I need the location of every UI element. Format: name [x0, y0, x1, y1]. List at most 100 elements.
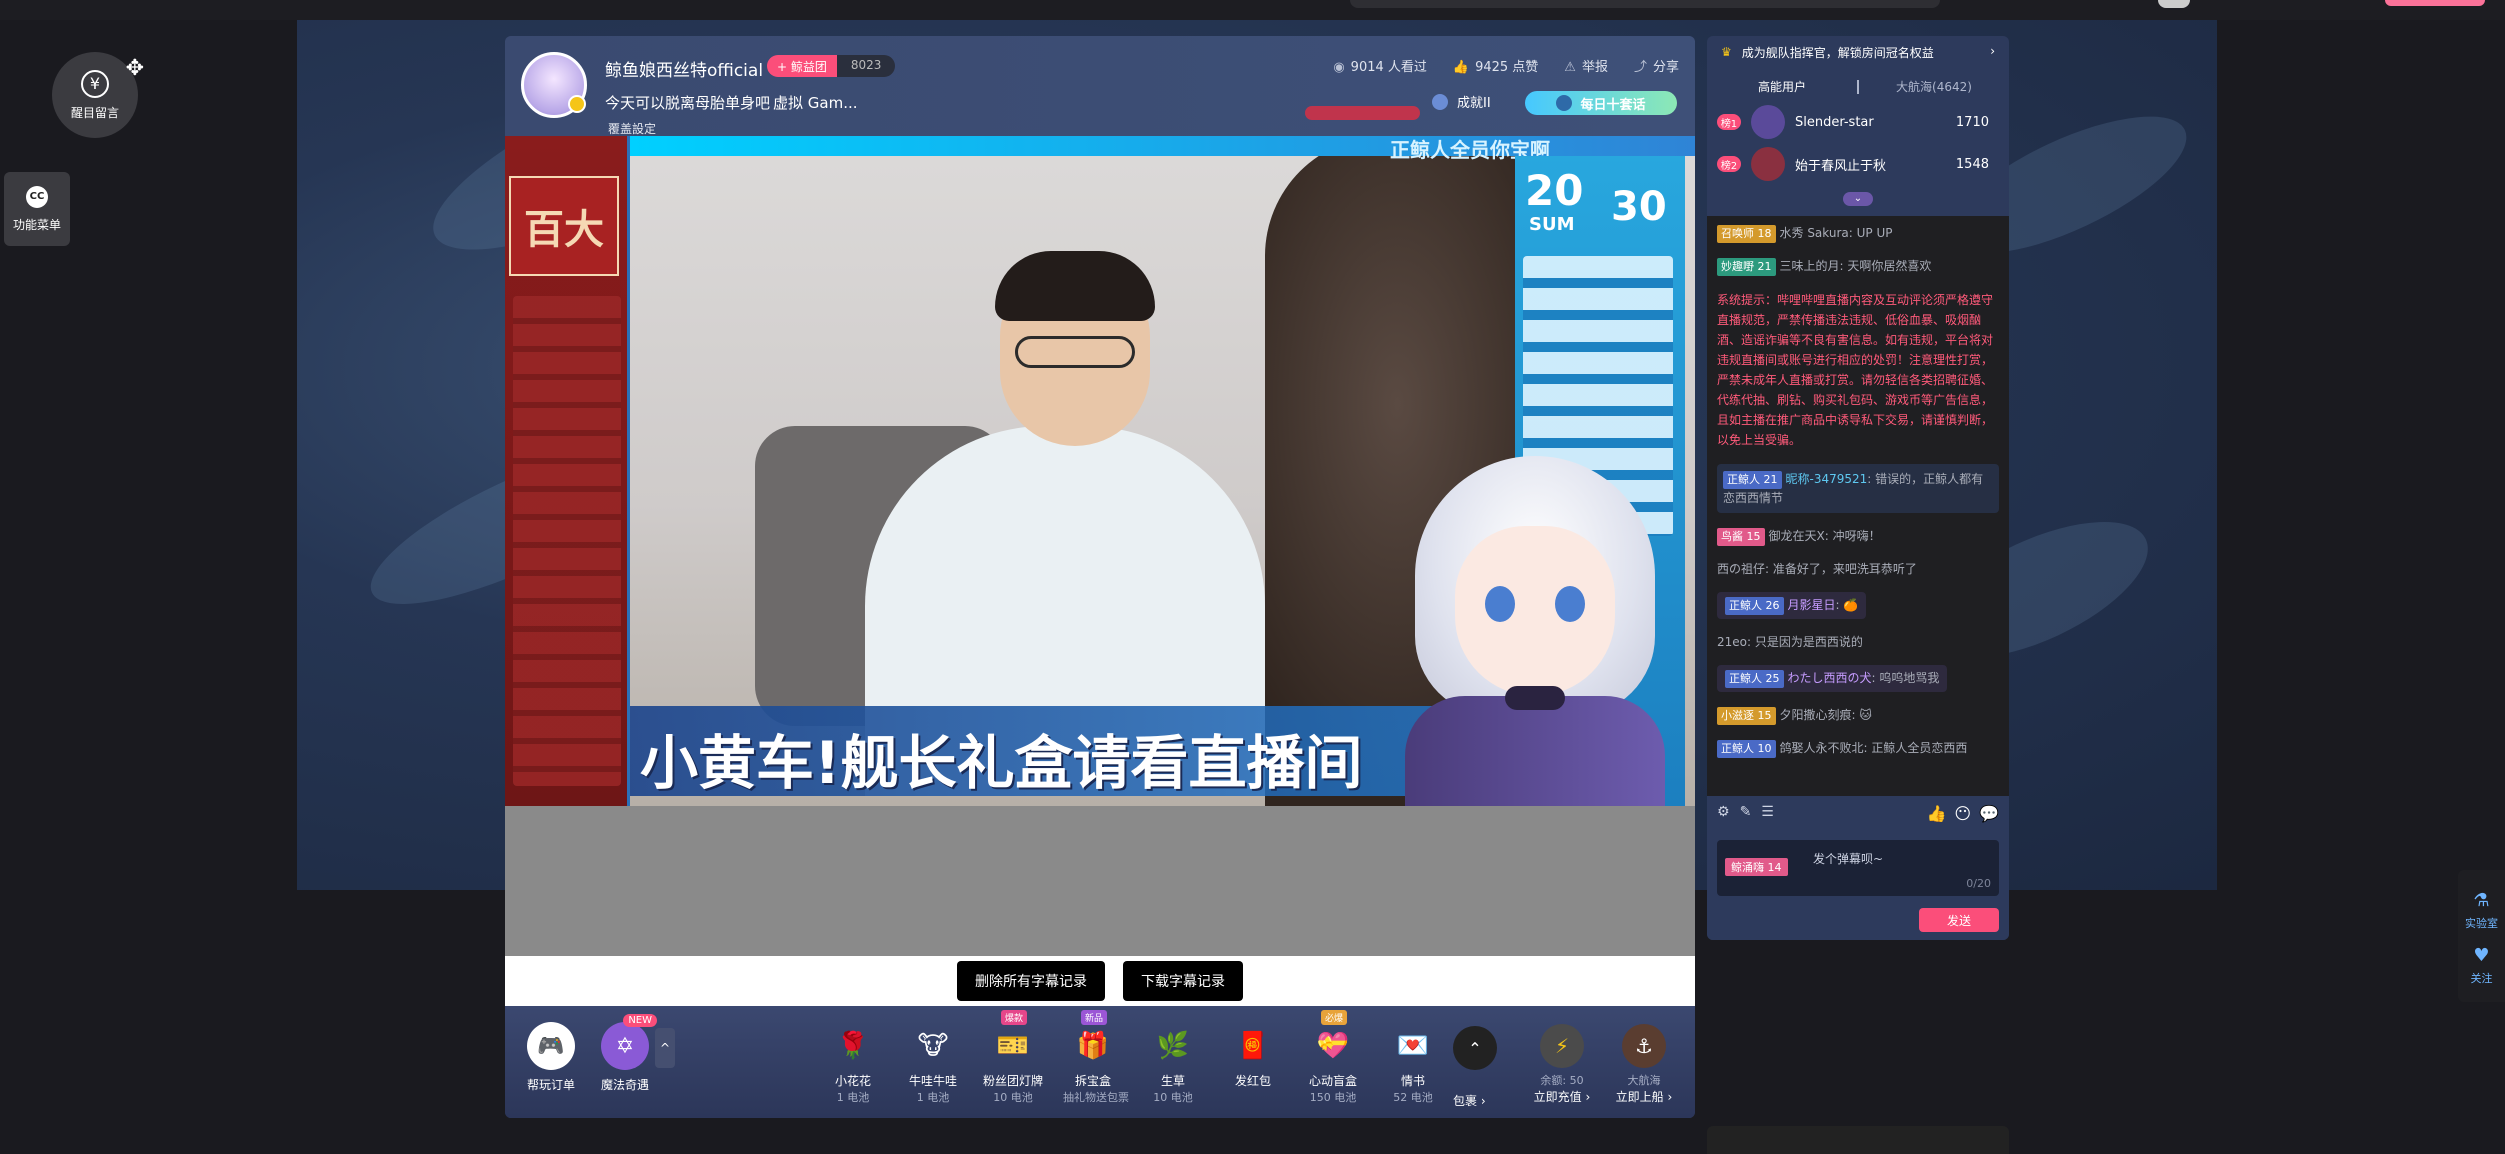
streamer-name[interactable]: 鲸鱼娘西丝特official: [605, 56, 763, 81]
input-level-badge: 鲸涌嗨 14: [1725, 858, 1788, 876]
thumb-up-icon: 👍: [1452, 60, 1470, 75]
user-avatar[interactable]: [2158, 0, 2190, 8]
sticker-icon[interactable]: 💬: [1979, 804, 1999, 823]
chat-message[interactable]: 正鲸人 21 昵称-3479521: 错误的，正鲸人都有恋西西情节: [1717, 464, 1999, 513]
chat-message[interactable]: 西の祖仔: 准备好了，来吧洗耳恭听了: [1717, 560, 1999, 578]
captain-text: 成为舰队指挥官，解锁房间冠名权益: [1741, 45, 1934, 60]
superchat-bubble[interactable]: ✥ ¥ 醒目留言: [52, 52, 144, 138]
daily-task-pill[interactable]: 每日十套话: [1525, 91, 1677, 115]
flask-icon: ⚗: [2473, 890, 2490, 911]
chat-message[interactable]: 妙趣嘢 21 三味上的月: 天啊你居然喜欢: [1717, 257, 1999, 276]
rank-chip[interactable]: 成就II: [1457, 92, 1491, 111]
right-dock: ⚗ 实验室 ♥ 关注: [2458, 870, 2505, 1002]
rank-name: Slender-star: [1795, 114, 1874, 130]
chat-list: 召唤师 18 水秀 Sakura: UP UP 妙趣嘢 21 三味上的月: 天啊你居…: [1707, 216, 2009, 796]
danmaku-history-icon[interactable]: ☰: [1761, 804, 1774, 820]
captain-banner[interactable]: ♛ 成为舰队指挥官，解锁房间冠名权益 ›: [1707, 36, 2009, 68]
grass-icon: 🌿: [1156, 1031, 1190, 1061]
chat-message[interactable]: 21eo: 只是因为是西西说的: [1717, 633, 1999, 651]
cc-icon: CC: [26, 185, 48, 208]
upload-button[interactable]: [2385, 0, 2485, 6]
function-menu-button[interactable]: CC 功能菜单: [4, 172, 70, 246]
chat-message[interactable]: 召唤师 18 水秀 Sakura: UP UP: [1717, 224, 1999, 243]
board-link[interactable]: 立即上船 ›: [1609, 1088, 1679, 1105]
gift-item[interactable]: 🌿 生草 10 电池: [1143, 1024, 1203, 1105]
gift-item[interactable]: 🐮 牛哇牛哇 1 电池: [903, 1024, 963, 1105]
chevron-up-icon[interactable]: ⌃: [1453, 1026, 1497, 1070]
rank-icon: [1432, 94, 1448, 110]
report-button[interactable]: ⚠ 举报: [1564, 56, 1608, 75]
chat-input-area: ⚙ ✎ ☰ 👍 😶 💬 鲸涌嗨 14 发个弹幕呗~ 0/20 发送: [1707, 796, 2009, 940]
gift-item[interactable]: 新品 🎁 拆宝盒 抽礼物送包票: [1063, 1010, 1129, 1105]
gift-item[interactable]: 💌 情书 52 电池: [1383, 1024, 1443, 1105]
stream-category[interactable]: 虚拟 Gam...: [773, 92, 858, 113]
fan-club-tag: + 鲸益团: [767, 55, 837, 77]
danmaku-input[interactable]: 鲸涌嗨 14 发个弹幕呗~ 0/20: [1717, 840, 1999, 896]
chat-message[interactable]: 正鲸人 25 わたし西西の犬: 呜呜地骂我: [1717, 665, 1999, 692]
share-button[interactable]: ⤴ 分享: [1634, 56, 1679, 75]
package-link[interactable]: 包裹 ›: [1453, 1092, 1486, 1109]
rose-icon: 🌹: [836, 1031, 870, 1061]
face-emoji-icon[interactable]: 😶: [1954, 804, 1971, 823]
balance-block[interactable]: ⚡ 余额: 50 立即充值 ›: [1527, 1024, 1597, 1105]
overlay-settings-link[interactable]: 覆盖設定: [608, 120, 656, 137]
tab-voyage[interactable]: 大航海(4642): [1859, 72, 2009, 100]
superchat-label: 醒目留言: [70, 105, 119, 120]
chat-message[interactable]: 正鲸人 10 鸽娶人永不败北: 正鲸人全员恋西西: [1717, 739, 1999, 758]
chat-message[interactable]: 正鲸人 26 月影星日: 🍊: [1717, 592, 1999, 619]
chevron-down-icon[interactable]: ⌄: [1843, 192, 1873, 206]
recharge-link[interactable]: 立即充值 ›: [1527, 1088, 1597, 1105]
search-bar[interactable]: [1350, 0, 1940, 8]
voyage-block[interactable]: ⚓ 大航海 立即上船 ›: [1609, 1024, 1679, 1105]
delete-subtitles-button[interactable]: 删除所有字幕记录: [957, 961, 1105, 1001]
rank-tabs: 高能用户 大航海(4642): [1707, 72, 2009, 100]
danmaku-settings-icon[interactable]: ⚙: [1717, 804, 1730, 820]
follow-button[interactable]: ♥ 关注: [2458, 945, 2505, 986]
gift-item[interactable]: 爆款 🎫 粉丝团灯牌 10 电池: [983, 1010, 1043, 1105]
danmaku-style-icon[interactable]: ✎: [1740, 804, 1752, 820]
streamer-avatar[interactable]: [521, 52, 587, 118]
red-envelope-icon: 🧧: [1236, 1031, 1270, 1061]
love-letter-icon: 💌: [1396, 1031, 1430, 1061]
lab-button[interactable]: ⚗ 实验室: [2458, 890, 2505, 931]
gift-item[interactable]: 🌹 小花花 1 电池: [823, 1024, 883, 1105]
video-stream[interactable]: 百大 正鲸人全员你宝啊 20 30 SUM 小黄车!舰长礼盒请看直播间: [505, 136, 1695, 806]
treasure-box-icon: 🎁: [1076, 1031, 1110, 1061]
move-icon[interactable]: ✥: [126, 56, 144, 81]
emoji-bar: 👍 😶 💬: [1926, 804, 1999, 823]
ship-icon: ⚓: [1622, 1024, 1666, 1068]
score-board: 20 30 SUM: [1525, 166, 1675, 236]
top-overlay-bar: 正鲸人全员你宝啊: [630, 136, 1695, 162]
battery-icon: ⚡: [1540, 1024, 1584, 1068]
expand-button[interactable]: ^: [655, 1028, 675, 1068]
top-nav-strip: [0, 0, 2505, 20]
input-tools: ⚙ ✎ ☰: [1717, 804, 1774, 820]
viewers-stat: ◉ 9014 人看过: [1333, 60, 1427, 75]
rank-row[interactable]: 榜1 Slender-star 1710: [1717, 102, 1999, 142]
likes-stat[interactable]: 👍 9425 点赞: [1453, 56, 1538, 75]
player-empty-area: [505, 806, 1695, 956]
function-menu-label: 功能菜单: [12, 217, 61, 232]
subtitle-controls: 删除所有字幕记录 下载字幕记录: [505, 956, 1695, 1006]
gift-icon: [1556, 95, 1573, 111]
download-subtitles-button[interactable]: 下载字幕记录: [1123, 961, 1243, 1001]
verified-badge-icon: [568, 95, 586, 113]
chat-message[interactable]: 鸟酱 15 御龙在天X: 冲呀嗨！: [1717, 527, 1999, 546]
activity-pill[interactable]: [1305, 106, 1420, 120]
chat-message[interactable]: 小滋逐 15 夕阳撒心刻痕: 🐱: [1717, 706, 1999, 725]
gift-item[interactable]: 必爆 💝 心动盲盒 150 电池: [1303, 1010, 1363, 1105]
left-overlay-panel: 百大: [505, 136, 630, 806]
gift-bar: 🎮 帮玩订单 NEW ✡ 魔法奇遇 ^ 🌹 小花花 1 电池 🐮 牛哇牛哇 1 …: [505, 1006, 1695, 1118]
merch-list: [513, 296, 621, 786]
gift-tag: 必爆: [1321, 1010, 1348, 1025]
controller-icon: 🎮: [527, 1022, 575, 1070]
magic-adventure-button[interactable]: NEW ✡ 魔法奇遇: [597, 1014, 657, 1093]
play-order-button[interactable]: 🎮 帮玩订单: [523, 1022, 579, 1093]
live-player: 鲸鱼娘西丝特official + 鲸益团 8023 今天可以脱离母胎单身吧 虚拟…: [505, 36, 1695, 1118]
tab-high-energy[interactable]: 高能用户: [1707, 72, 1857, 100]
gift-item[interactable]: 🧧 发红包: [1223, 1024, 1283, 1105]
fan-club-button[interactable]: + 鲸益团 8023: [767, 55, 896, 77]
thumb-emoji-icon[interactable]: 👍: [1926, 804, 1946, 823]
send-button[interactable]: 发送: [1919, 908, 1999, 932]
rank-row[interactable]: 榜2 始于春风止于秋 1548: [1717, 144, 1999, 184]
